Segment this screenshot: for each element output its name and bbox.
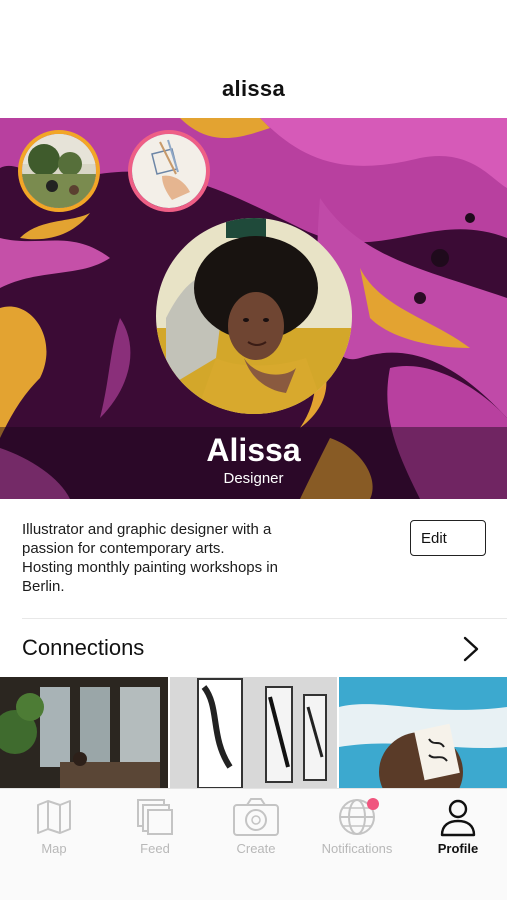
profile-photo-icon	[156, 218, 352, 414]
connection-thumbnail[interactable]	[339, 677, 507, 788]
tab-create[interactable]: Create	[206, 797, 306, 867]
tab-profile[interactable]: Profile	[408, 797, 507, 867]
camera-icon	[233, 798, 279, 836]
connection-thumbnail[interactable]	[0, 677, 168, 788]
notification-badge	[367, 798, 379, 810]
bio-line: Berlin.	[22, 578, 65, 595]
cafe-photo-icon	[0, 677, 168, 788]
connections-grid	[0, 677, 507, 788]
tab-feed[interactable]: Feed	[105, 797, 205, 867]
connections-title: Connections	[22, 635, 145, 660]
username-title: alissa	[222, 76, 285, 101]
map-icon	[37, 800, 71, 834]
person-icon	[440, 799, 476, 837]
tab-map[interactable]: Map	[4, 797, 104, 867]
feed-icon	[137, 799, 173, 835]
bottom-tab-bar: Map Feed Create Notifications Profile	[0, 788, 507, 900]
painting-photo-icon	[339, 677, 507, 788]
tab-label: Create	[236, 841, 276, 856]
top-bar: alissa	[0, 0, 507, 118]
bio-text: Illustrator and graphic designer with a …	[22, 520, 362, 596]
tab-label: Notifications	[321, 841, 393, 856]
gallery-photo-icon	[170, 677, 337, 788]
bio-line: Illustrator and graphic designer with a	[22, 521, 272, 538]
profile-cover: Alissa Designer	[0, 118, 507, 499]
tab-notifications[interactable]: Notifications	[307, 797, 407, 867]
edit-profile-button[interactable]: Edit	[410, 520, 486, 556]
profile-name: Alissa	[206, 432, 301, 468]
story-bubble[interactable]	[18, 130, 100, 212]
story-park-photo-icon	[22, 134, 96, 208]
bio-line: passion for contemporary arts.	[22, 540, 225, 557]
story-sketch-photo-icon	[132, 134, 206, 208]
story-bubble[interactable]	[128, 130, 210, 212]
tab-label: Profile	[437, 841, 479, 856]
tab-label: Map	[41, 841, 67, 856]
connection-thumbnail[interactable]	[170, 677, 337, 788]
connections-header[interactable]: Connections	[0, 619, 507, 677]
bio-line: Hosting monthly painting workshops in	[22, 559, 278, 576]
chevron-right-icon[interactable]	[462, 636, 480, 662]
profile-role: Designer	[223, 470, 284, 487]
tab-label: Feed	[140, 841, 170, 856]
profile-avatar[interactable]	[156, 218, 352, 414]
